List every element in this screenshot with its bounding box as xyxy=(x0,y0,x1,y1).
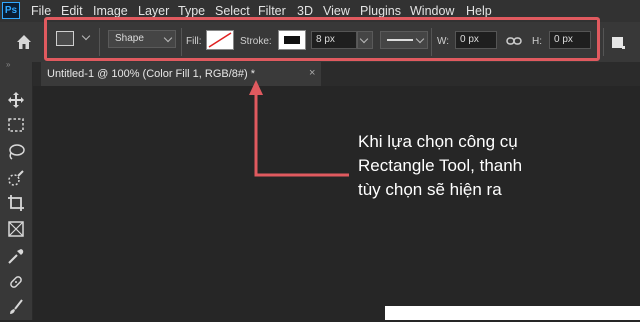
annotation-line: tùy chọn sẽ hiện ra xyxy=(358,180,502,199)
annotation-text: Khi lựa chọn công cụ Rectangle Tool, tha… xyxy=(358,130,608,202)
annotation-line: Rectangle Tool, thanh xyxy=(358,156,523,175)
annotation-line: Khi lựa chọn công cụ xyxy=(358,132,518,151)
